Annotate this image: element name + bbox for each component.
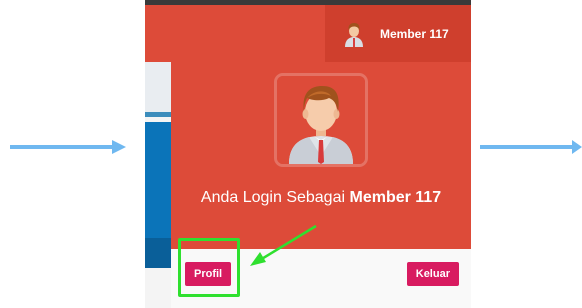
login-status-text: Anda Login Sebagai Member 117	[171, 189, 471, 207]
right-arrow-icon	[480, 140, 582, 154]
background-dark-box	[145, 238, 171, 268]
user-avatar-large-icon	[277, 76, 365, 164]
login-user-name: Member 117	[349, 189, 442, 206]
login-prefix: Anda Login Sebagai	[200, 189, 346, 206]
user-profile-image	[274, 73, 368, 167]
green-arrow-icon	[250, 224, 317, 266]
background-panel	[145, 62, 171, 114]
user-menu-toggle[interactable]: Member 117	[325, 5, 471, 62]
background-blue-box	[145, 122, 171, 240]
highlight-box	[178, 238, 240, 297]
navbar-user-name: Member 117	[380, 26, 449, 41]
left-arrow-icon	[10, 140, 126, 154]
background-accent-strip	[145, 112, 171, 117]
keluar-button[interactable]: Keluar	[406, 262, 459, 286]
user-avatar-icon	[345, 22, 363, 47]
